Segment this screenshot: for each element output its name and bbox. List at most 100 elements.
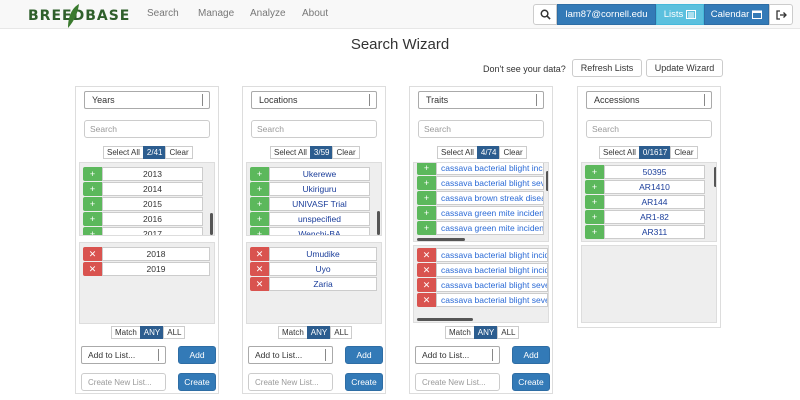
remove-icon[interactable]: ✕ — [417, 278, 436, 292]
options-list[interactable]: +2013 +2014 +2015 +2016 +2017 — [79, 162, 215, 236]
selected-item[interactable]: ✕ 2019 — [83, 262, 210, 276]
remove-icon[interactable]: ✕ — [83, 262, 102, 276]
list-item[interactable]: + cassava green mite incidence — [417, 221, 544, 235]
nav-search[interactable]: Search — [147, 8, 179, 19]
plus-icon[interactable]: + — [585, 225, 604, 239]
calendar-button[interactable]: Calendar — [704, 4, 769, 25]
lists-button[interactable]: Lists — [656, 4, 704, 25]
selected-list[interactable]: ✕ Umudike ✕ Uyo ✕ Zaria — [246, 242, 382, 324]
selected-item[interactable]: ✕cassava bacterial blight severity — [417, 278, 548, 292]
plus-icon[interactable]: + — [250, 227, 269, 235]
create-button[interactable]: Create — [345, 373, 383, 391]
selected-list[interactable]: ✕cassava bacterial blight incidence ✕cas… — [413, 245, 549, 323]
list-item[interactable]: + unspecified — [250, 212, 370, 226]
remove-icon[interactable]: ✕ — [250, 247, 269, 261]
horizontal-scrollbar[interactable] — [417, 238, 465, 241]
list-item[interactable]: + Ukiriguru — [250, 182, 370, 196]
selected-item[interactable]: ✕ Zaria — [250, 277, 377, 291]
list-item[interactable]: +2014 — [83, 182, 203, 196]
list-item[interactable]: +cassava bacterial blight severity — [417, 176, 544, 190]
nav-about[interactable]: About — [302, 8, 328, 19]
selected-list[interactable]: ✕ 2018 ✕ 2019 — [79, 242, 215, 324]
select-all-button[interactable]: Select All — [103, 146, 144, 159]
plus-icon[interactable]: + — [585, 180, 604, 194]
plus-icon[interactable]: + — [250, 182, 269, 196]
panel-search-input[interactable]: Search — [418, 120, 544, 138]
match-all-button[interactable]: ALL — [497, 326, 520, 339]
new-list-input[interactable]: Create New List... — [415, 373, 500, 391]
remove-icon[interactable]: ✕ — [417, 293, 436, 307]
options-list[interactable]: + Ukerewe + Ukiriguru + UNIVASF Trial + unsp… — [246, 162, 382, 236]
scrollbar[interactable] — [714, 167, 716, 187]
match-any-button[interactable]: ANY — [306, 326, 332, 339]
panel-search-input[interactable]: Search — [586, 120, 712, 138]
list-item[interactable]: + Wenchi-BA — [250, 227, 370, 235]
list-item[interactable]: +2017 — [83, 227, 203, 235]
list-item[interactable]: + AR1-82 — [585, 210, 705, 224]
navbar-search-button[interactable] — [533, 4, 557, 25]
remove-icon[interactable]: ✕ — [250, 277, 269, 291]
list-item[interactable]: +cassava bacterial blight incidence — [417, 163, 544, 175]
user-button[interactable]: lam87@cornell.edu — [557, 4, 656, 25]
plus-icon[interactable]: + — [83, 197, 102, 211]
add-button[interactable]: Add — [345, 346, 383, 364]
scrollbar[interactable] — [546, 171, 548, 191]
add-to-list-select[interactable]: Add to List... — [81, 346, 166, 364]
remove-icon[interactable]: ✕ — [250, 262, 269, 276]
list-item[interactable]: + AR311 — [585, 225, 705, 239]
add-button[interactable]: Add — [512, 346, 550, 364]
clear-button[interactable]: Clear — [165, 146, 193, 159]
match-any-button[interactable]: ANY — [473, 326, 499, 339]
clear-button[interactable]: Clear — [332, 146, 360, 159]
plus-icon[interactable]: + — [417, 221, 436, 235]
selected-item[interactable]: ✕cassava bacterial blight severity — [417, 293, 548, 307]
category-select[interactable]: Traits — [418, 91, 544, 109]
plus-icon[interactable]: + — [417, 176, 436, 190]
plus-icon[interactable]: + — [250, 197, 269, 211]
create-button[interactable]: Create — [512, 373, 550, 391]
horizontal-scrollbar[interactable] — [417, 318, 473, 321]
nav-analyze[interactable]: Analyze — [250, 8, 286, 19]
list-item[interactable]: + AR144 — [585, 195, 705, 209]
select-all-button[interactable]: Select All — [599, 146, 640, 159]
list-item[interactable]: + cassava brown streak disease — [417, 191, 544, 205]
plus-icon[interactable]: + — [83, 212, 102, 226]
plus-icon[interactable]: + — [585, 195, 604, 209]
list-item[interactable]: + Ukerewe — [250, 167, 370, 181]
remove-icon[interactable]: ✕ — [417, 263, 436, 277]
list-item[interactable]: + UNIVASF Trial — [250, 197, 370, 211]
list-item[interactable]: +50395 — [585, 165, 705, 179]
match-all-button[interactable]: ALL — [330, 326, 353, 339]
match-any-button[interactable]: ANY — [139, 326, 165, 339]
panel-search-input[interactable]: Search — [84, 120, 210, 138]
panel-search-input[interactable]: Search — [251, 120, 377, 138]
scrollbar[interactable] — [377, 211, 380, 235]
plus-icon[interactable]: + — [83, 167, 102, 181]
selected-item[interactable]: ✕cassava bacterial blight incidence — [417, 263, 548, 277]
new-list-input[interactable]: Create New List... — [81, 373, 166, 391]
plus-icon[interactable]: + — [417, 206, 436, 220]
category-select[interactable]: Locations — [251, 91, 377, 109]
clear-button[interactable]: Clear — [670, 146, 698, 159]
match-all-button[interactable]: ALL — [163, 326, 186, 339]
options-list[interactable]: +cassava bacterial blight incidence +cas… — [413, 162, 549, 242]
plus-icon[interactable]: + — [417, 191, 436, 205]
plus-icon[interactable]: + — [83, 227, 102, 235]
add-to-list-select[interactable]: Add to List... — [415, 346, 500, 364]
selected-item[interactable]: ✕ Uyo — [250, 262, 377, 276]
clear-button[interactable]: Clear — [499, 146, 527, 159]
select-all-button[interactable]: Select All — [437, 146, 478, 159]
selected-item[interactable]: ✕ 2018 — [83, 247, 210, 261]
update-wizard-button[interactable]: Update Wizard — [646, 59, 723, 77]
selected-item[interactable]: ✕cassava bacterial blight incidence — [417, 248, 548, 262]
options-list[interactable]: +50395 + AR1410 + AR144 + AR1-82 + AR311 — [581, 162, 717, 242]
list-item[interactable]: + cassava green mite incidence — [417, 206, 544, 220]
plus-icon[interactable]: + — [417, 163, 436, 175]
list-item[interactable]: +2015 — [83, 197, 203, 211]
category-select[interactable]: Accessions — [586, 91, 712, 109]
plus-icon[interactable]: + — [250, 167, 269, 181]
selected-item[interactable]: ✕ Umudike — [250, 247, 377, 261]
new-list-input[interactable]: Create New List... — [248, 373, 333, 391]
plus-icon[interactable]: + — [585, 210, 604, 224]
list-item[interactable]: +2013 — [83, 167, 203, 181]
